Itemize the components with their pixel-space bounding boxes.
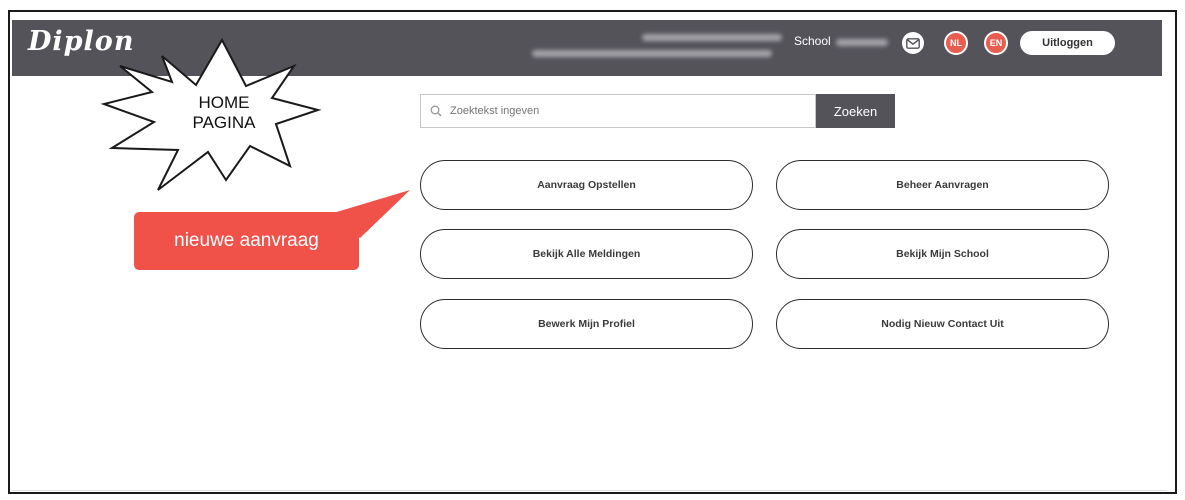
starburst-label: HOME PAGINA: [192, 93, 256, 132]
callout-label: nieuwe aanvraag: [174, 230, 319, 251]
bottom-divider: [12, 490, 1167, 491]
